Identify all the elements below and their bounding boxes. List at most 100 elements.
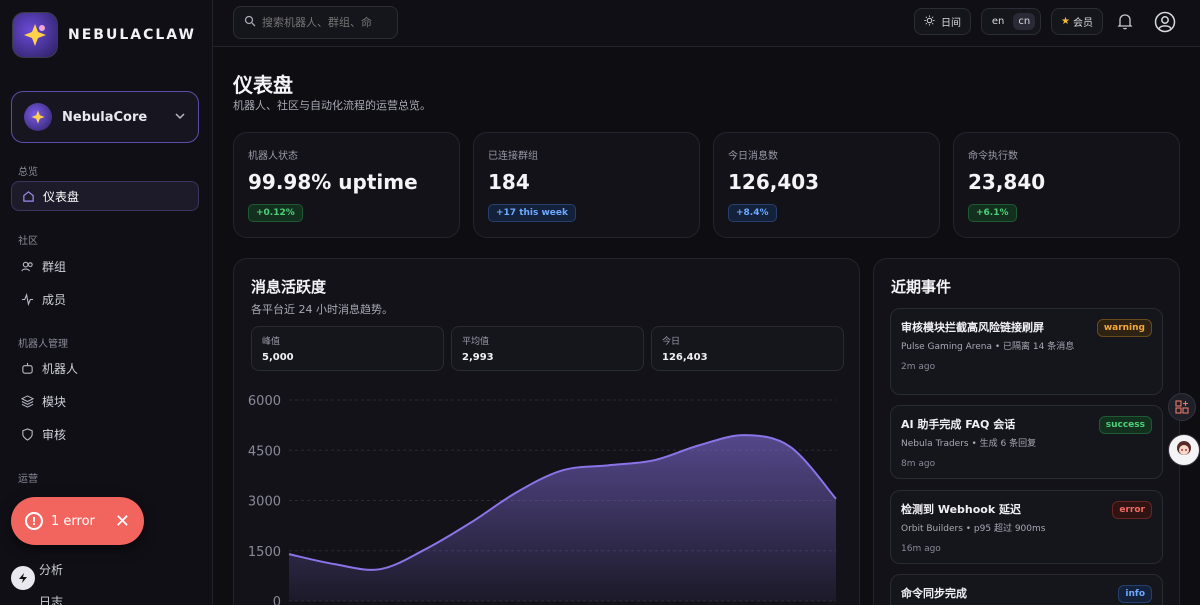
sidebar-item-moderation[interactable]: 审核 (11, 419, 199, 449)
sidebar-item-members[interactable]: 成员 (11, 284, 199, 314)
stat-value: 99.98% uptime (248, 170, 418, 194)
activity-icon (20, 292, 34, 306)
event-badge: error (1112, 501, 1152, 519)
brand-name: NEBULACLAW (68, 27, 196, 43)
data-point[interactable] (283, 548, 295, 560)
logo-icon (12, 12, 58, 58)
membership-button[interactable]: ★ 会员 (1051, 8, 1103, 35)
sidebar-item-dashboard[interactable]: 仪表盘 (11, 181, 199, 211)
page-subtitle: 机器人、社区与自动化流程的运营总览。 (233, 99, 431, 112)
section-label-operations: 运营 (18, 474, 38, 485)
workspace-switcher[interactable]: NebulaCore (11, 91, 199, 143)
mini-label: 平均值 (462, 337, 490, 347)
event-badge: info (1118, 585, 1152, 603)
users-icon (20, 259, 34, 273)
theme-toggle-button[interactable]: 日间 (914, 8, 971, 35)
mini-label: 今日 (662, 337, 681, 347)
error-toast-text: 1 error (51, 513, 95, 529)
bolt-icon[interactable] (11, 566, 35, 590)
search-box[interactable] (233, 6, 398, 39)
y-tick-label: 6000 (248, 394, 281, 409)
event-item[interactable]: AI 助手完成 FAQ 会话 Nebula Traders • 生成 6 条回复… (890, 405, 1163, 479)
home-icon (21, 189, 35, 203)
data-point[interactable] (465, 516, 477, 528)
event-item[interactable]: 命令同步完成 info (890, 574, 1163, 605)
user-profile-icon[interactable] (1154, 11, 1176, 37)
activity-chart: 0150030004500600000:0004:0008:0012:0016:… (248, 394, 842, 605)
stat-badge: +8.4% (728, 204, 777, 222)
stat-card-messages: 今日消息数 126,403 +8.4% (713, 132, 940, 238)
event-desc: Orbit Builders • p95 超过 900ms (901, 524, 1046, 534)
section-label-community: 社区 (18, 236, 38, 247)
assistant-avatar[interactable] (1168, 434, 1200, 466)
y-tick-label: 0 (273, 595, 281, 605)
sidebar-item-logs[interactable]: 日志 (11, 586, 199, 605)
sidebar-item-label: 成员 (42, 292, 67, 307)
layers-icon (20, 394, 34, 408)
event-title: 命令同步完成 (901, 587, 967, 600)
chevron-down-icon (174, 110, 186, 125)
panel-subtitle: 各平台近 24 小时消息趋势。 (251, 303, 393, 316)
sidebar-item-label: 模块 (42, 394, 67, 409)
event-time: 2m ago (901, 362, 936, 372)
topbar: 日间 en cn ★ 会员 (213, 0, 1200, 47)
data-point[interactable] (784, 441, 796, 453)
close-icon[interactable]: ✕ (115, 511, 130, 532)
stat-value: 126,403 (728, 170, 820, 194)
sidebar-item-label: 审核 (42, 427, 67, 442)
section-label-overview: 总览 (18, 167, 38, 178)
language-switcher[interactable]: en cn (981, 8, 1041, 35)
sidebar-item-analytics[interactable]: 分析 (11, 554, 199, 584)
data-point[interactable] (420, 543, 432, 555)
stat-label: 命令执行数 (968, 151, 1018, 162)
data-point[interactable] (557, 464, 569, 476)
section-label-bot-management: 机器人管理 (18, 339, 68, 350)
stat-card-groups: 已连接群组 184 +17 this week (473, 132, 700, 238)
apps-grid-icon[interactable] (1168, 393, 1196, 421)
brand[interactable]: NEBULACLAW (12, 12, 196, 58)
mini-label: 峰值 (262, 337, 281, 347)
sun-icon (924, 14, 935, 29)
main-content: 仪表盘 机器人、社区与自动化流程的运营总览。 机器人状态 99.98% upti… (213, 48, 1200, 605)
data-point[interactable] (830, 493, 842, 505)
stat-label: 机器人状态 (248, 151, 298, 162)
bell-icon[interactable] (1117, 13, 1133, 34)
data-point[interactable] (329, 558, 341, 570)
workspace-avatar-icon (24, 103, 52, 131)
stat-badge: +17 this week (488, 204, 576, 222)
sidebar-item-bots[interactable]: 机器人 (11, 353, 199, 383)
mini-stat-average: 平均值 2,993 (451, 326, 644, 371)
data-point[interactable] (374, 563, 386, 575)
event-item[interactable]: 审核模块拦截高风险链接刷屏 Pulse Gaming Arena • 已隔离 1… (890, 308, 1163, 395)
data-point[interactable] (602, 459, 614, 471)
sidebar-item-label: 群组 (42, 259, 67, 274)
lang-cn-option[interactable]: cn (1013, 13, 1036, 30)
y-tick-label: 4500 (248, 444, 281, 459)
events-panel: 近期事件 审核模块拦截高风险链接刷屏 Pulse Gaming Arena • … (873, 258, 1180, 605)
event-desc: Pulse Gaming Arena • 已隔离 14 条消息 (901, 342, 1075, 352)
data-point[interactable] (693, 439, 705, 451)
page-title: 仪表盘 (233, 73, 293, 97)
stat-badge: +0.12% (248, 204, 303, 222)
sidebar: NEBULACLAW NebulaCore 总览 仪表盘 社区 群组 成员 机器… (0, 0, 213, 605)
y-tick-label: 1500 (248, 545, 281, 560)
error-toast[interactable]: ! 1 error ✕ (11, 497, 144, 545)
alert-icon: ! (25, 512, 43, 530)
theme-label: 日间 (941, 18, 961, 29)
y-tick-label: 3000 (248, 495, 281, 510)
event-time: 8m ago (901, 459, 936, 469)
lang-en-option[interactable]: en (987, 13, 1010, 30)
search-input[interactable] (262, 16, 392, 29)
event-title: 检测到 Webhook 延迟 (901, 503, 1021, 516)
sidebar-item-groups[interactable]: 群组 (11, 251, 199, 281)
data-point[interactable] (739, 429, 751, 441)
stat-label: 已连接群组 (488, 151, 538, 162)
event-item[interactable]: 检测到 Webhook 延迟 Orbit Builders • p95 超过 9… (890, 490, 1163, 564)
data-point[interactable] (511, 486, 523, 498)
bot-icon (20, 361, 34, 375)
mini-value: 2,993 (462, 352, 494, 363)
sidebar-item-modules[interactable]: 模块 (11, 386, 199, 416)
sidebar-item-label: 仪表盘 (43, 189, 80, 204)
data-point[interactable] (648, 454, 660, 466)
sidebar-item-label: 分析 (39, 562, 64, 577)
